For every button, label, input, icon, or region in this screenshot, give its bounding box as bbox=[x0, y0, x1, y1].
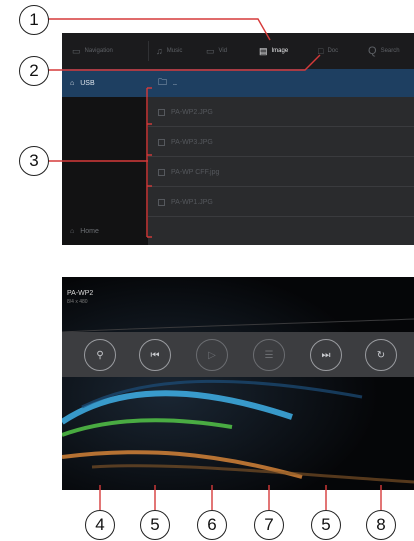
sidebar-item-usb[interactable]: ⌂ USB bbox=[62, 69, 148, 97]
callout-7: 7 bbox=[254, 510, 284, 540]
callout-2: 2 bbox=[19, 56, 49, 86]
zoom-button[interactable]: ⚲ bbox=[84, 339, 116, 371]
file-icon bbox=[158, 199, 165, 206]
video-icon: ▭ bbox=[206, 45, 215, 56]
skip-previous-icon: ⏮ bbox=[150, 349, 160, 361]
control-bar: ⚲ ⏮ ▷ ☰ ⏭ ↻ bbox=[62, 332, 414, 377]
image-viewer-screen: PA-WP2 8/4 x 480 bbox=[62, 277, 414, 490]
folder-icon: 🗀 bbox=[158, 77, 168, 87]
callout-8: 8 bbox=[366, 510, 396, 540]
previous-button[interactable]: ⏮ bbox=[139, 339, 171, 371]
callout-5-next: 5 bbox=[311, 510, 341, 540]
skip-next-icon: ⏭ bbox=[321, 349, 331, 361]
list-item[interactable]: PA-WP3.JPG bbox=[148, 129, 414, 157]
file-icon bbox=[158, 109, 165, 116]
home-icon: ⌂ bbox=[70, 227, 75, 235]
tab-navigation[interactable]: ▭ Navigation bbox=[72, 33, 113, 69]
file-browser-screen: ▭ Navigation ♫ Music ▭ Vid ▤ Image □ Doc… bbox=[62, 33, 414, 245]
list-item[interactable]: PA-WP2.JPG bbox=[148, 99, 414, 127]
music-icon: ♫ bbox=[156, 46, 163, 56]
callout-6: 6 bbox=[197, 510, 227, 540]
navigation-icon: ▭ bbox=[72, 45, 81, 56]
usb-icon: ⌂ bbox=[70, 79, 75, 87]
list-button[interactable]: ☰ bbox=[253, 339, 285, 371]
tab-divider bbox=[148, 41, 149, 61]
rotate-button[interactable]: ↻ bbox=[365, 339, 397, 371]
search-icon: Q bbox=[368, 45, 377, 57]
rotate-icon: ↻ bbox=[376, 349, 386, 361]
sidebar: ⌂ USB ⌂ Home bbox=[62, 69, 148, 245]
tab-music[interactable]: ♫ Music bbox=[156, 33, 182, 69]
photo-title: PA-WP2 bbox=[67, 290, 94, 297]
zoom-icon: ⚲ bbox=[96, 349, 104, 361]
callout-1: 1 bbox=[19, 5, 49, 35]
file-list: 🗀 .. PA-WP2.JPG PA-WP3.JPG PA-WP CFF.jpg… bbox=[148, 69, 414, 245]
image-icon: ▤ bbox=[259, 45, 268, 56]
tab-image[interactable]: ▤ Image bbox=[259, 33, 288, 69]
sidebar-item-home[interactable]: ⌂ Home bbox=[62, 217, 148, 245]
play-button[interactable]: ▷ bbox=[196, 339, 228, 371]
callout-4: 4 bbox=[85, 510, 115, 540]
tab-search[interactable]: Q Search bbox=[368, 33, 400, 69]
callout-3: 3 bbox=[19, 146, 49, 176]
list-item[interactable]: PA-WP1.JPG bbox=[148, 189, 414, 217]
file-icon bbox=[158, 169, 165, 176]
tab-document[interactable]: □ Doc bbox=[318, 33, 338, 69]
tab-video[interactable]: ▭ Vid bbox=[206, 33, 227, 69]
file-icon bbox=[158, 139, 165, 146]
photo-resolution: 8/4 x 480 bbox=[67, 299, 88, 305]
callout-5-previous: 5 bbox=[140, 510, 170, 540]
list-icon: ☰ bbox=[264, 349, 274, 361]
list-item-parent-folder[interactable]: 🗀 .. bbox=[148, 69, 414, 97]
tab-bar: ▭ Navigation ♫ Music ▭ Vid ▤ Image □ Doc… bbox=[62, 33, 414, 69]
document-icon: □ bbox=[318, 46, 324, 56]
next-button[interactable]: ⏭ bbox=[310, 339, 342, 371]
play-icon: ▷ bbox=[208, 349, 216, 361]
photo-image bbox=[62, 277, 414, 490]
list-item[interactable]: PA-WP CFF.jpg bbox=[148, 159, 414, 187]
